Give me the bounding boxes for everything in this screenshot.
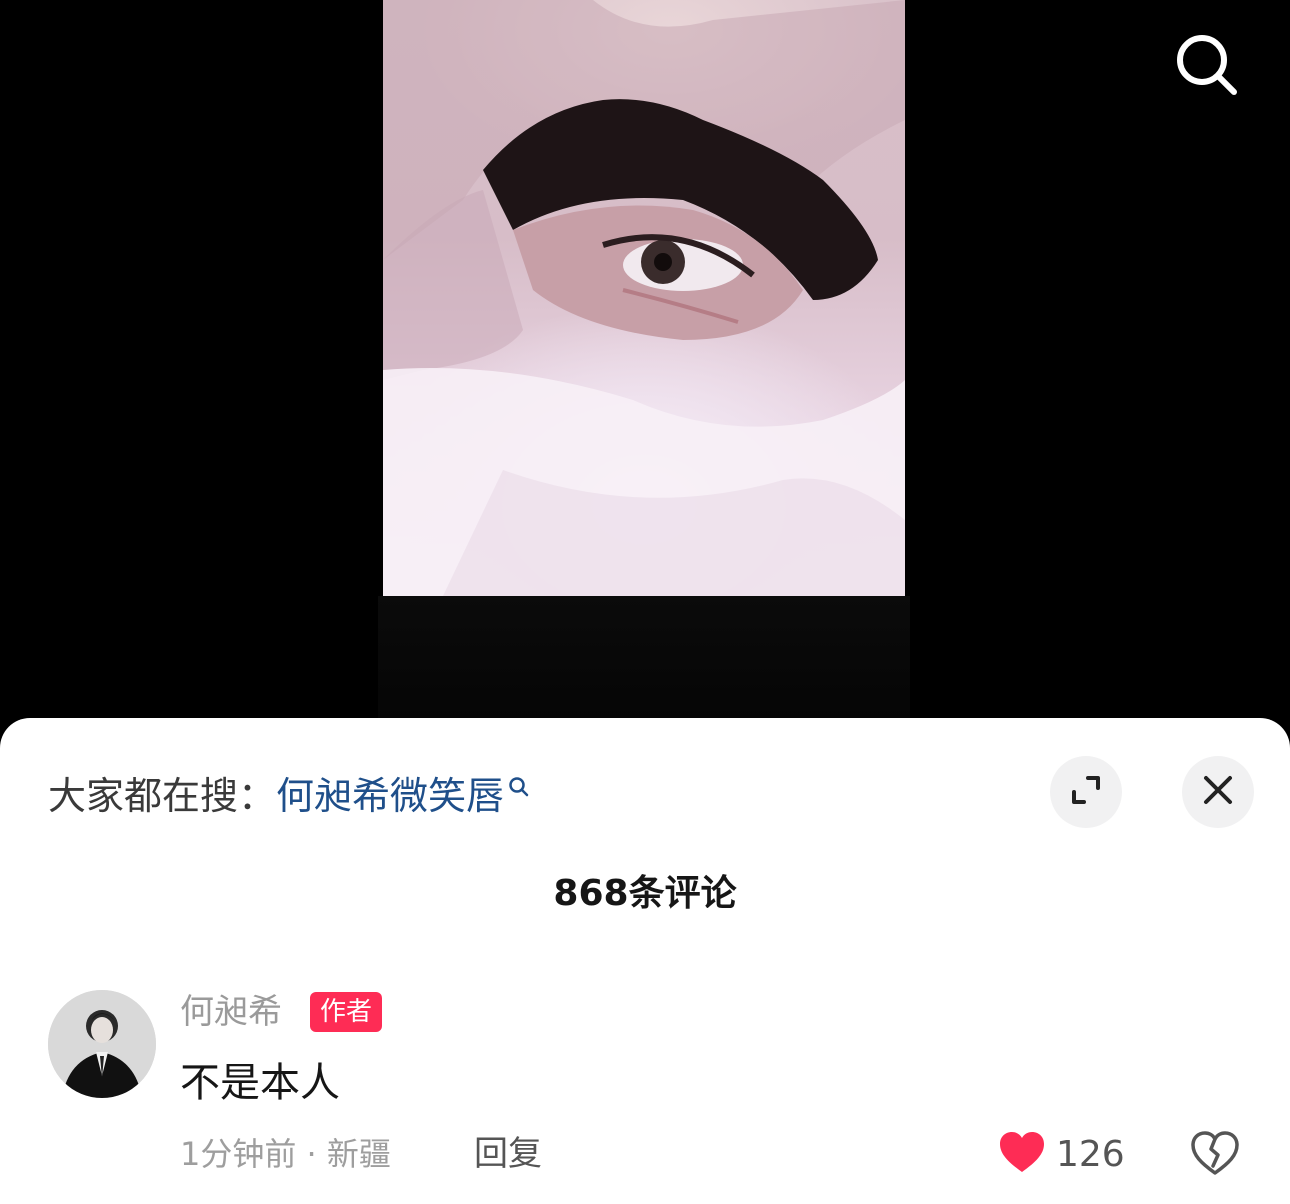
video-image (383, 0, 905, 596)
broken-heart-icon (1190, 1131, 1240, 1180)
video-player[interactable] (0, 0, 1290, 720)
small-search-icon (508, 763, 530, 807)
comment-text: 不是本人 (180, 1060, 340, 1106)
close-button[interactable] (1182, 756, 1254, 828)
comment-username[interactable]: 何昶希 (180, 990, 282, 1034)
avatar[interactable] (48, 990, 156, 1098)
close-icon (1200, 772, 1236, 812)
hot-search-keyword[interactable]: 何昶希微笑唇 (276, 765, 504, 820)
expand-button[interactable] (1050, 756, 1122, 828)
author-badge: 作者 (310, 992, 383, 1032)
like-count: 126 (1056, 1133, 1125, 1175)
reply-button[interactable]: 回复 (474, 1132, 542, 1176)
comment-item: 何昶希 作者 不是本人 1分钟前 · 新疆 回复 126 (0, 980, 1290, 1204)
video-bottom-strip (378, 596, 910, 720)
search-icon[interactable] (1170, 28, 1242, 100)
like-button[interactable]: 126 (998, 1130, 1125, 1178)
comment-meta: 1分钟前 · 新疆 (180, 1135, 391, 1173)
hot-search-bar[interactable]: 大家都在搜： 何昶希微笑唇 (48, 766, 530, 818)
comment-count: 868条评论 (553, 873, 737, 914)
dislike-button[interactable] (1190, 1130, 1240, 1180)
video-frame[interactable] (383, 0, 905, 596)
hot-search-prefix: 大家都在搜： (48, 773, 277, 818)
heart-filled-icon (998, 1130, 1046, 1178)
comment-sheet: 大家都在搜： 何昶希微笑唇 868条评论 何昶希 作者 不是本人 1分钟前 · … (0, 718, 1290, 1204)
expand-icon (1068, 772, 1104, 812)
